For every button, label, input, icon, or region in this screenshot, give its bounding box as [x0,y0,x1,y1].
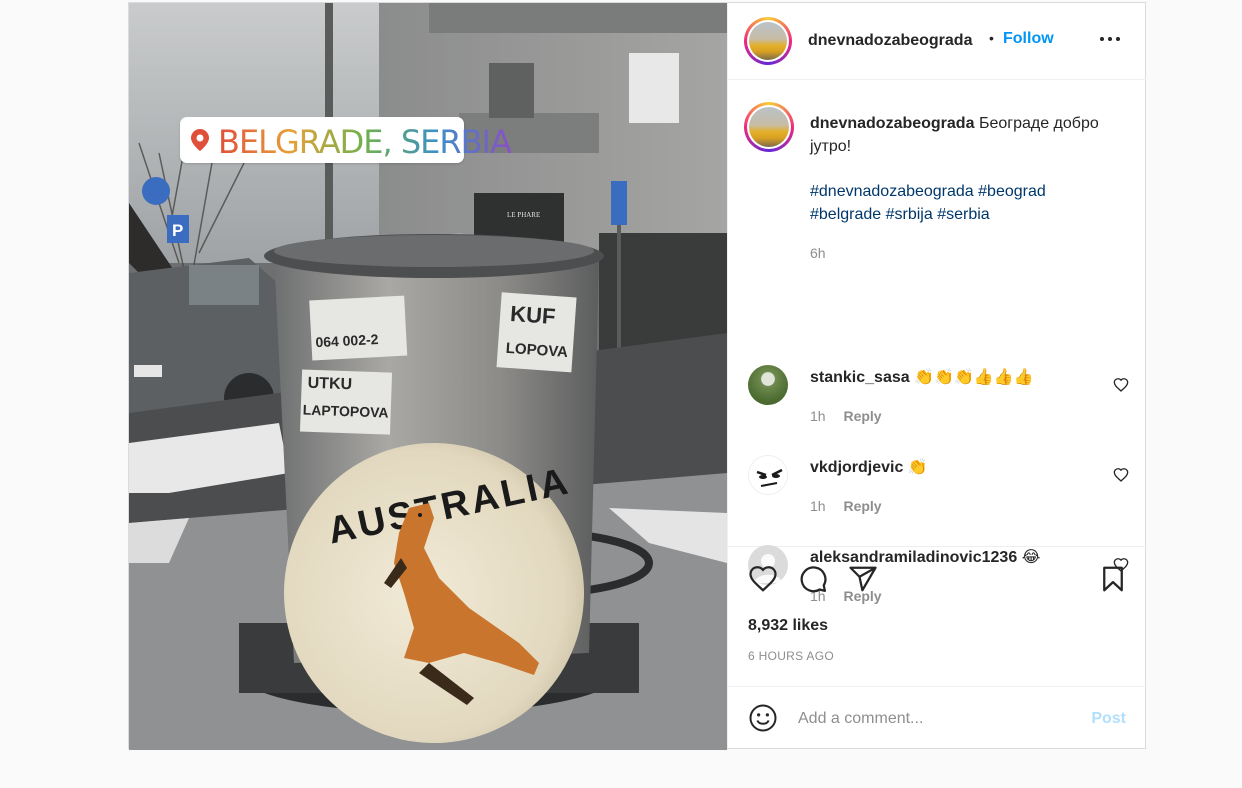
sticker-text-3b: LAPTOPOVA [302,402,388,421]
caption-text-line1: Београде добро [978,115,1099,132]
post-modal: LE PHARE P 064 002-2 KUF LOPOVA UTKU LAP… [128,2,1146,750]
comment-meta: 1h Reply [810,408,882,424]
hashtag-link[interactable]: #serbia [937,206,989,223]
comment-like-icon[interactable] [1113,377,1129,393]
comment-username[interactable]: aleksandramiladinovic1236 [810,549,1017,566]
header-separator: • [989,30,994,46]
bookmark-icon[interactable] [1098,564,1128,594]
comment-composer: Post [728,687,1146,749]
comment-icon[interactable] [798,564,828,594]
location-sticker-label: BELGRADE, SERBIA [218,123,512,161]
heart-icon[interactable] [748,564,778,594]
caption-username[interactable]: dnevnadozabeograda [810,115,974,132]
hashtag-link[interactable]: #beograd [978,183,1046,200]
author-username[interactable]: dnevnadozabeograda [808,32,972,50]
location-sticker: BELGRADE, SERBIA [180,117,512,163]
caption-avatar[interactable] [744,102,794,152]
hashtag-link[interactable]: #belgrade [810,206,881,223]
comment-meta: 1h Reply [810,498,882,514]
comment-body: vkdjordjevic 👏 [810,456,928,479]
photo-scene: LE PHARE P 064 002-2 KUF LOPOVA UTKU LAP… [129,3,727,750]
caption: dnevnadozabeograda Београде добро јутро!… [810,112,1130,265]
comment-text: 👏👏👏👍👍👍 [914,369,1034,386]
caption-text-line2: јутро! [810,138,852,155]
post-comment-button[interactable]: Post [1091,710,1126,728]
post-header: dnevnadozabeograda • Follow [728,3,1146,80]
likes-count[interactable]: 8,932 likes [748,617,828,635]
location-pin-icon [191,129,209,151]
caption-time[interactable]: 6h [810,242,1130,265]
comment-body: aleksandramiladinovic1236 😂 [810,546,1040,569]
comment-avatar[interactable] [748,365,788,405]
post-photo[interactable]: LE PHARE P 064 002-2 KUF LOPOVA UTKU LAP… [129,3,727,750]
author-avatar[interactable] [744,17,792,65]
comment-body: stankic_sasa 👏👏👏👍👍👍 [810,366,1034,389]
comment-time[interactable]: 1h [810,408,826,424]
post-side-panel: dnevnadozabeograda • Follow dnevnadozabe… [727,3,1146,748]
hashtag-link[interactable]: #dnevnadozabeograda [810,183,974,200]
more-options-icon[interactable] [1098,27,1122,51]
comment-time[interactable]: 1h [810,498,826,514]
sticker-text-2: KUF [509,301,556,329]
emoji-icon[interactable] [748,703,778,733]
comment-avatar[interactable] [748,455,788,495]
comment-input[interactable] [798,707,1068,731]
post-time[interactable]: 6 HOURS AGO [748,649,834,663]
comment-username[interactable]: vkdjordjevic [810,459,903,476]
reply-button[interactable]: Reply [843,498,881,514]
sticker-text-1: 064 002-2 [315,331,379,350]
share-icon[interactable] [848,564,878,594]
reply-button[interactable]: Reply [843,408,881,424]
hashtag-link[interactable]: #srbija [886,206,933,223]
comment-username[interactable]: stankic_sasa [810,369,910,386]
comments-list[interactable]: dnevnadozabeograda Београде добро јутро!… [728,80,1146,604]
comment-text: 😂 [1021,549,1041,566]
comment-text: 👏 [907,459,928,476]
comment-like-icon[interactable] [1113,467,1129,483]
follow-button[interactable]: Follow [1003,30,1054,48]
parking-sign: P [172,221,183,240]
shop-sign: LE PHARE [507,211,540,219]
sticker-text-3: UTKU [307,375,352,394]
